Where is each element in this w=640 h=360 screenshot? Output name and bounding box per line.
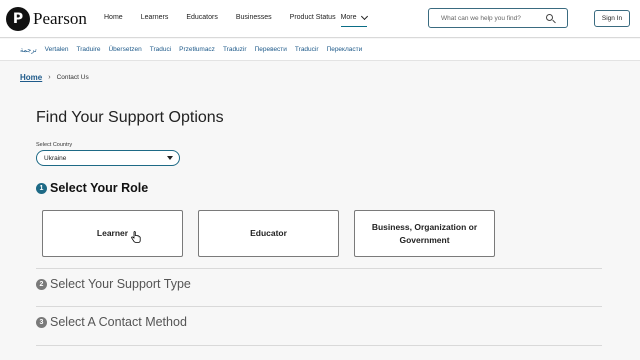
- country-select[interactable]: Ukraine: [36, 150, 180, 166]
- sign-in-button[interactable]: Sign In: [594, 10, 630, 27]
- step-number-badge: 1: [36, 182, 47, 194]
- language-link-ukrainian[interactable]: Перекласти: [327, 46, 363, 53]
- role-card-educator[interactable]: Educator: [198, 210, 339, 257]
- language-link-german[interactable]: Übersetzen: [108, 46, 141, 53]
- section-divider: [36, 306, 602, 307]
- nav-item-educators[interactable]: Educators: [186, 13, 218, 27]
- nav-item-businesses[interactable]: Businesses: [236, 13, 272, 27]
- step-select-contact-method[interactable]: 3 Select A Contact Method: [36, 315, 187, 329]
- nav-item-learners[interactable]: Learners: [141, 13, 169, 27]
- hand-pointer-icon: [131, 231, 141, 243]
- site-header: P Pearson Home Learners Educators Busine…: [0, 0, 640, 38]
- nav-item-home[interactable]: Home: [104, 13, 123, 27]
- language-link-arabic[interactable]: ترجمة: [20, 46, 37, 54]
- step-number-badge: 3: [36, 316, 47, 328]
- nav-item-more[interactable]: More: [340, 12, 368, 27]
- step-title: Select A Contact Method: [50, 315, 187, 329]
- language-link-italian[interactable]: Traduci: [150, 46, 171, 53]
- step-title: Select Your Support Type: [50, 277, 191, 291]
- language-link-portuguese[interactable]: Traduzir: [223, 46, 247, 53]
- search-input[interactable]: [441, 14, 541, 22]
- breadcrumb-home-link[interactable]: Home: [20, 73, 42, 82]
- language-link-spanish[interactable]: Traducir: [295, 46, 319, 53]
- nav-more-label: More: [340, 14, 357, 21]
- role-card-business[interactable]: Business, Organization or Government: [354, 210, 495, 257]
- section-divider: [36, 268, 602, 269]
- language-link-french[interactable]: Traduire: [77, 46, 101, 53]
- country-select-value: Ukraine: [44, 154, 67, 162]
- language-link-dutch[interactable]: Vertalen: [45, 46, 69, 53]
- breadcrumb: Home › Contact Us: [20, 73, 89, 82]
- nav-item-product-status[interactable]: Product Status: [290, 13, 336, 27]
- breadcrumb-current: Contact Us: [56, 74, 89, 81]
- search-box[interactable]: [428, 8, 568, 28]
- breadcrumb-separator: ›: [48, 74, 51, 81]
- chevron-down-icon: [360, 12, 368, 21]
- language-bar: ترجمة Vertalen Traduire Übersetzen Tradu…: [0, 39, 640, 61]
- language-link-russian[interactable]: Перевести: [255, 46, 287, 53]
- step-select-role: 1 Select Your Role: [36, 181, 148, 195]
- page-title: Find Your Support Options: [36, 109, 224, 126]
- search-icon[interactable]: [546, 14, 553, 21]
- step-select-support-type[interactable]: 2 Select Your Support Type: [36, 277, 191, 291]
- pearson-wordmark: Pearson: [33, 9, 87, 28]
- caret-down-icon: [167, 156, 173, 160]
- language-link-polish[interactable]: Przetłumacz: [179, 46, 215, 53]
- main-nav: Home Learners Educators Businesses Produ…: [104, 12, 368, 27]
- step-number-badge: 2: [36, 278, 47, 290]
- step-title: Select Your Role: [50, 181, 149, 195]
- section-divider: [36, 345, 602, 346]
- role-card-learner[interactable]: Learner: [42, 210, 183, 257]
- pearson-logo[interactable]: P Pearson: [6, 6, 87, 32]
- pearson-logo-icon: P: [6, 7, 30, 31]
- country-select-label: Select Country: [36, 142, 73, 148]
